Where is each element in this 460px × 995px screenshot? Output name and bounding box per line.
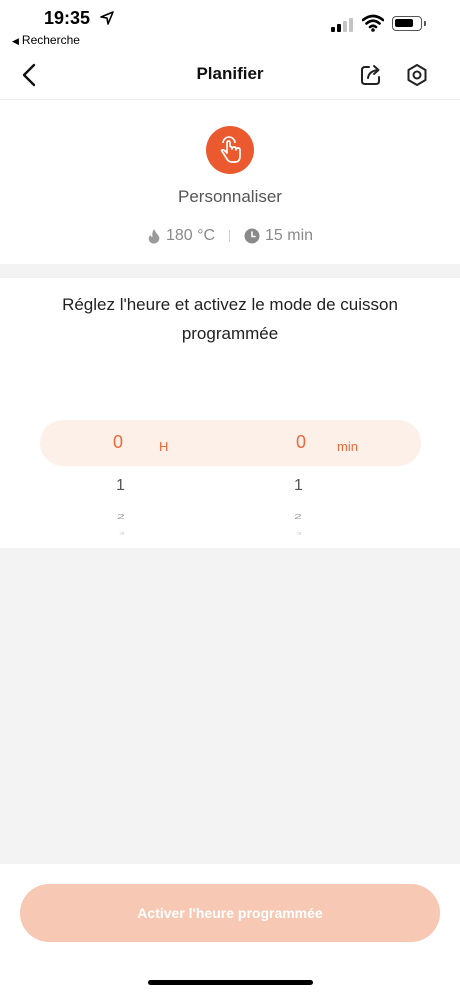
status-bar: 19:35 ◀ Recherche: [0, 0, 460, 50]
temperature-info: 180 °C: [147, 227, 215, 245]
home-indicator[interactable]: [148, 980, 313, 985]
location-arrow-icon: [100, 11, 114, 25]
duration-info: 15 min: [244, 227, 313, 245]
activate-schedule-button[interactable]: Activer l'heure programmée: [20, 884, 440, 942]
hand-tap-icon: [206, 126, 254, 174]
minutes-selected-value[interactable]: 0: [296, 432, 306, 453]
program-meta: 180 °C 15 min: [0, 227, 460, 245]
navigation-bar: Planifier: [0, 50, 460, 100]
back-triangle-icon: ◀: [12, 36, 19, 46]
hours-option[interactable]: 2: [117, 512, 125, 521]
minutes-option[interactable]: 3: [296, 532, 302, 536]
program-name: Personnaliser: [178, 187, 282, 206]
bottom-action-bar: Activer l'heure programmée: [0, 864, 460, 995]
clock-icon: [244, 228, 260, 244]
hours-option[interactable]: 3: [119, 532, 125, 536]
status-time: 19:35: [44, 8, 91, 28]
back-to-app-link[interactable]: ◀ Recherche: [12, 33, 80, 47]
back-app-label: Recherche: [21, 33, 80, 47]
temperature-value: 180 °C: [165, 227, 216, 244]
minutes-unit-label: min: [337, 439, 358, 454]
hours-selected-value[interactable]: 0: [113, 432, 123, 453]
empty-background-area: [0, 548, 460, 864]
share-icon[interactable]: [358, 62, 384, 88]
meta-divider: [229, 230, 231, 242]
hours-unit-label: H: [159, 439, 169, 454]
minutes-option[interactable]: 2: [294, 512, 302, 521]
minutes-option[interactable]: 1: [294, 477, 303, 495]
settings-hexagon-icon[interactable]: [404, 62, 430, 88]
program-header: Personnaliser 180 °C 15 min: [0, 101, 460, 264]
hours-option[interactable]: 1: [116, 477, 125, 495]
cellular-signal-icon: [331, 18, 355, 32]
section-divider: [0, 264, 460, 278]
flame-icon: [148, 229, 160, 244]
duration-value: 15 min: [265, 227, 314, 244]
picker-selection-band: [40, 420, 421, 466]
battery-icon: [392, 16, 426, 31]
schedule-screen: 19:35 ◀ Recherche Planifier Personnalise…: [0, 0, 460, 995]
schedule-instruction: Réglez l'heure et activez le mode de cui…: [62, 295, 398, 343]
page-title: Planifier: [196, 64, 264, 83]
wifi-icon: [362, 14, 384, 32]
schedule-section: Réglez l'heure et activez le mode de cui…: [0, 278, 460, 548]
